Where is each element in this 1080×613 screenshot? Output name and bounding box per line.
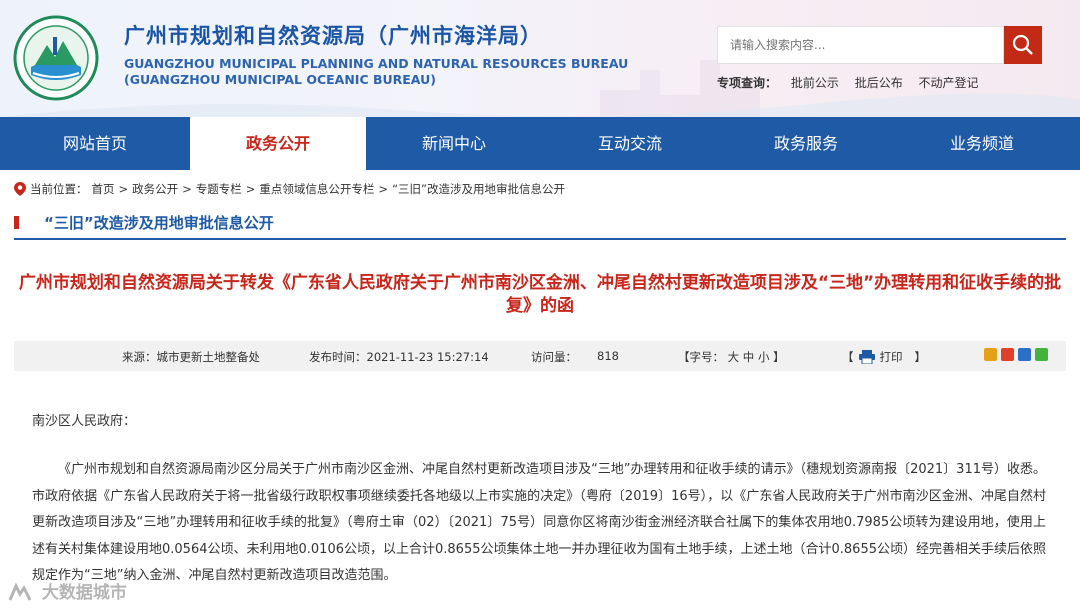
print-bracket-left: 【 xyxy=(842,350,854,364)
site-title-en-line1: GUANGZHOU MUNICIPAL PLANNING AND NATURAL… xyxy=(124,56,629,71)
breadcrumb-home[interactable]: 首页 xyxy=(92,181,115,197)
location-pin-icon xyxy=(14,182,26,196)
share-icons xyxy=(984,348,1048,361)
share-weibo-icon[interactable] xyxy=(1001,348,1014,361)
share-wechat-icon[interactable] xyxy=(1035,348,1048,361)
breadcrumb-government-affairs[interactable]: 政务公开 xyxy=(132,181,178,197)
print-label: 打印 xyxy=(879,350,903,364)
watermark-text: 大数据城市 xyxy=(41,583,127,603)
article-source: 来源：城市更新土地整备处 xyxy=(122,350,260,364)
breadcrumb-current[interactable]: “三旧”改造涉及用地审批信息公开 xyxy=(392,181,565,197)
breadcrumb-label: 当前位置： xyxy=(30,182,88,196)
share-renren-icon[interactable] xyxy=(1018,348,1031,361)
section-header: “三旧”改造涉及用地审批信息公开 xyxy=(14,205,1066,240)
search-button[interactable] xyxy=(1004,26,1042,64)
article-publish-time: 发布时间：2021-11-23 15:27:14 xyxy=(309,350,489,364)
watermark-logo-icon xyxy=(8,582,32,601)
special-query: 专项查询： 批前公示 批后公布 不动产登记 xyxy=(717,74,991,91)
article-paragraph: 《广州市规划和自然资源局南沙区分局关于广州市南沙区金洲、冲尾自然村更新改造项目涉… xyxy=(32,462,1046,583)
nav-item-services[interactable]: 政务服务 xyxy=(718,117,894,170)
main-nav: 网站首页 政务公开 新闻中心 互动交流 政务服务 业务频道 xyxy=(0,117,1080,170)
breadcrumb-special-topics[interactable]: 专题专栏 xyxy=(196,181,242,197)
nav-item-business[interactable]: 业务频道 xyxy=(894,117,1070,170)
nav-item-home[interactable]: 网站首页 xyxy=(0,117,190,170)
breadcrumb-sep: > xyxy=(378,182,389,196)
breadcrumb-sep: > xyxy=(182,182,192,196)
printer-icon xyxy=(858,350,875,364)
watermark: 大数据城市 xyxy=(0,578,160,613)
views-count: 818 xyxy=(597,349,619,363)
special-link-post-approval[interactable]: 批后公布 xyxy=(855,76,903,90)
breadcrumb-sep: > xyxy=(245,182,256,196)
article-title: 广州市规划和自然资源局关于转发《广东省人民政府关于广州市南沙区金洲、冲尾自然村更… xyxy=(18,273,1062,316)
share-qzone-icon[interactable] xyxy=(984,348,997,361)
breadcrumb-sep: > xyxy=(118,182,129,196)
section-title[interactable]: “三旧”改造涉及用地审批信息公开 xyxy=(44,212,274,233)
special-query-label: 专项查询： xyxy=(717,76,778,90)
search-input[interactable] xyxy=(717,26,1004,64)
nav-item-interaction[interactable]: 互动交流 xyxy=(542,117,718,170)
article-meta-bar: 来源：城市更新土地整备处 发布时间：2021-11-23 15:27:14 访问… xyxy=(14,341,1066,371)
breadcrumb: 当前位置： 首页 > 政务公开 > 专题专栏 > 重点领域信息公开专栏 > “三… xyxy=(14,181,569,197)
search-icon xyxy=(1012,34,1033,55)
font-size-control[interactable]: 【字号： 大 中 小 】 xyxy=(678,349,785,365)
special-link-pre-approval[interactable]: 批前公示 xyxy=(791,76,839,90)
bureau-logo-icon xyxy=(13,15,99,101)
print-control[interactable]: 【 打印 】 xyxy=(842,349,926,365)
nav-item-government-affairs[interactable]: 政务公开 xyxy=(190,117,366,170)
special-link-real-estate[interactable]: 不动产登记 xyxy=(919,76,979,90)
nav-item-news[interactable]: 新闻中心 xyxy=(366,117,542,170)
site-title-en-line2: (GUANGZHOU MUNICIPAL OCEANIC BUREAU) xyxy=(124,72,436,87)
site-header: 广州市规划和自然资源局（广州市海洋局） GUANGZHOU MUNICIPAL … xyxy=(0,0,1080,117)
section-marker xyxy=(14,216,19,229)
breadcrumb-key-areas[interactable]: 重点领域信息公开专栏 xyxy=(259,181,374,197)
print-bracket-right: 】 xyxy=(914,350,927,364)
article-salutation: 南沙区人民政府： xyxy=(32,414,137,429)
views-label: 访问量： xyxy=(531,350,577,364)
site-title: 广州市规划和自然资源局（广州市海洋局） xyxy=(124,24,542,48)
